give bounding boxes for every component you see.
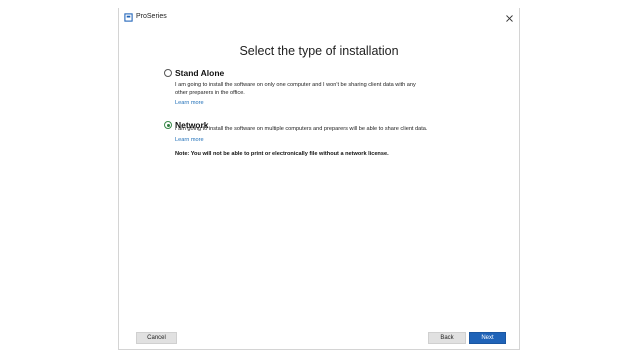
installer-window: ProSeries Select the type of installatio…	[118, 8, 520, 350]
license-note: Note: You will not be able to print or e…	[175, 151, 389, 157]
standalone-learn-more-link[interactable]: Learn more	[175, 100, 204, 106]
back-button[interactable]: Back	[428, 332, 466, 344]
standalone-radio[interactable]	[164, 69, 172, 77]
next-button[interactable]: Next	[469, 332, 506, 344]
proseries-logo-icon	[124, 13, 133, 22]
standalone-description: I am going to install the software on on…	[175, 82, 465, 97]
standalone-description-line2: other preparers in the office.	[175, 89, 245, 96]
window-title: ProSeries	[136, 13, 167, 20]
network-radio[interactable]	[164, 121, 172, 129]
standalone-label[interactable]: Stand Alone	[175, 68, 224, 78]
network-description: I am going to install the software on mu…	[175, 126, 428, 132]
network-learn-more-link[interactable]: Learn more	[175, 137, 204, 143]
title-bar: ProSeries	[119, 8, 519, 28]
close-button[interactable]	[501, 10, 517, 26]
close-icon	[505, 14, 513, 22]
page-heading: Select the type of installation	[239, 44, 399, 58]
standalone-description-line1: I am going to install the software on on…	[175, 82, 416, 88]
cancel-button[interactable]: Cancel	[136, 332, 177, 344]
